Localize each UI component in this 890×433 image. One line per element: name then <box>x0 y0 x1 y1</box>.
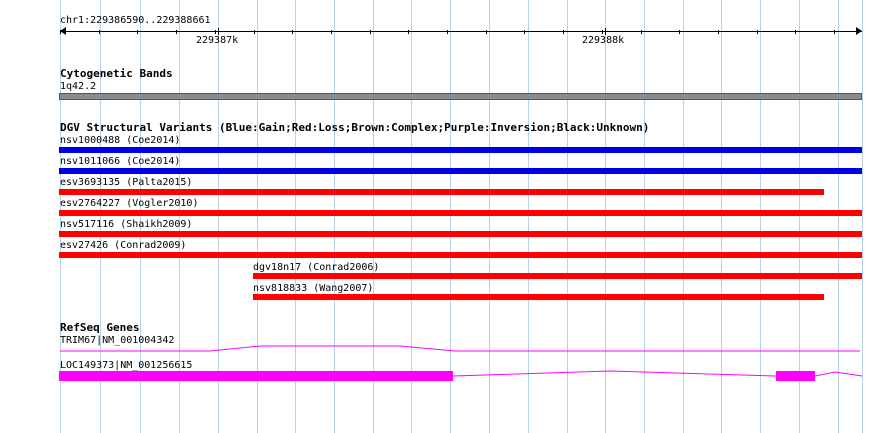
gene-exon-loc149373[interactable] <box>59 371 453 381</box>
gene-models <box>59 345 863 381</box>
gene-exon-loc149373[interactable] <box>776 371 815 381</box>
gene-feature-trim67[interactable] <box>60 345 860 352</box>
